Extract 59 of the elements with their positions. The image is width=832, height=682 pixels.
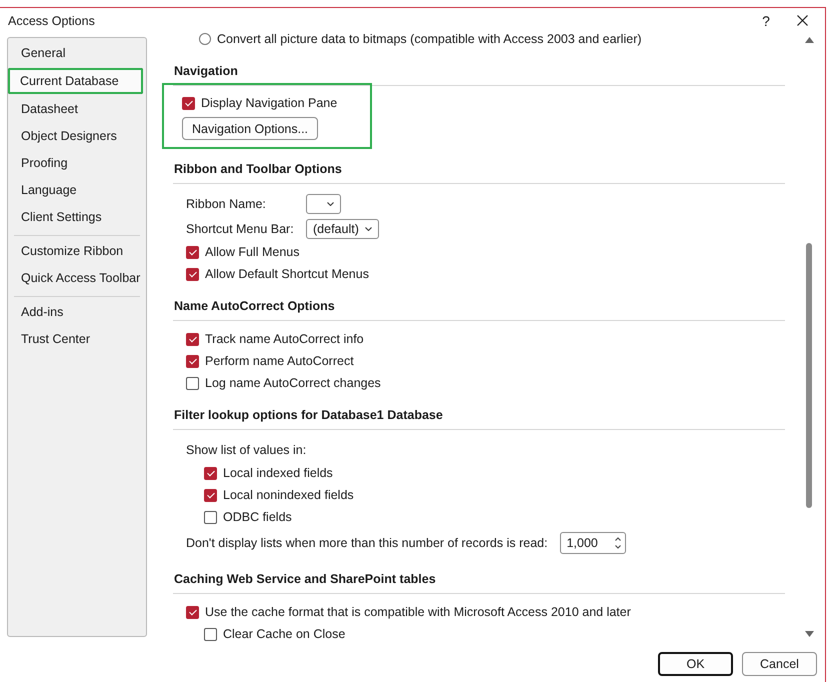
section-heading: Caching Web Service and SharePoint tables xyxy=(173,571,437,586)
scrollbar-thumb[interactable] xyxy=(806,243,812,508)
checkbox-label: Display Navigation Pane xyxy=(201,96,338,110)
checkbox-label: ODBC fields xyxy=(223,510,292,524)
checkbox-label: Local indexed fields xyxy=(223,466,333,480)
checkbox-label: Local nonindexed fields xyxy=(223,488,354,502)
dialog-button[interactable]: Cancel xyxy=(742,652,817,676)
checkbox[interactable] xyxy=(182,96,195,110)
scroll-up-icon[interactable] xyxy=(804,37,814,43)
checkbox-label: Track name AutoCorrect info xyxy=(205,332,364,346)
sidebar-item[interactable]: General xyxy=(9,40,146,67)
scroll-down-icon[interactable] xyxy=(804,631,814,637)
checkbox[interactable] xyxy=(204,510,217,524)
checkbox-label: Use the cache format that is compatible with Microsoft Access 2010 and later xyxy=(205,605,631,619)
checkbox[interactable] xyxy=(204,628,217,640)
spin-arrows-icon xyxy=(614,537,621,549)
dialog-button[interactable]: OK xyxy=(658,652,733,676)
chevron-down-icon xyxy=(327,202,334,206)
sidebar-item[interactable]: Add-ins xyxy=(9,299,140,326)
radio-button[interactable] xyxy=(199,33,211,45)
field-label: Don't display lists when more than this number of records is read: xyxy=(186,536,548,550)
checkbox-label: Perform name AutoCorrect xyxy=(205,354,354,368)
checkbox-label: Allow Default Shortcut Menus xyxy=(205,267,369,281)
checkbox[interactable] xyxy=(186,268,199,280)
section-heading: Ribbon and Toolbar Options xyxy=(173,161,343,176)
close-icon[interactable] xyxy=(797,15,808,26)
help-button[interactable]: ? xyxy=(751,12,781,28)
section-heading: Navigation xyxy=(173,63,239,78)
sidebar-item[interactable]: Object Designers xyxy=(9,123,146,150)
sidebar-item[interactable]: Datasheet xyxy=(9,96,146,123)
number-spinner[interactable]: 1,000 xyxy=(560,532,626,554)
field-label: Show list of values in: xyxy=(186,442,306,456)
sidebar-item[interactable]: Trust Center xyxy=(9,326,140,353)
sidebar-item[interactable]: Language xyxy=(9,177,146,204)
checkbox[interactable] xyxy=(186,332,199,346)
field-label: Ribbon Name: xyxy=(186,196,267,210)
checkbox[interactable] xyxy=(186,354,199,368)
checkbox[interactable] xyxy=(186,246,199,258)
sidebar-item[interactable]: Customize Ribbon xyxy=(9,238,140,265)
checkbox[interactable] xyxy=(204,466,217,480)
window-title: Access Options xyxy=(8,14,96,28)
checkbox-label: Log name AutoCorrect changes xyxy=(205,376,381,390)
section-heading: Name AutoCorrect Options xyxy=(173,298,336,313)
sidebar-item[interactable]: Proofing xyxy=(9,150,146,177)
sidebar-item[interactable]: Current Database xyxy=(8,68,143,94)
checkbox[interactable] xyxy=(204,488,217,502)
sidebar-item[interactable]: Quick Access Toolbar xyxy=(9,265,140,292)
dropdown[interactable]: (default) xyxy=(306,218,379,238)
checkbox[interactable] xyxy=(186,376,199,390)
checkbox-label: Clear Cache on Close xyxy=(223,627,346,641)
field-label: Shortcut Menu Bar: xyxy=(186,222,295,236)
checkbox-label: Allow Full Menus xyxy=(205,245,300,259)
dropdown[interactable] xyxy=(306,194,341,214)
checkbox[interactable] xyxy=(186,606,199,618)
sidebar-item[interactable]: Client Settings xyxy=(9,204,146,231)
checkbox-label: Convert all picture data to bitmaps (compatible with Access 2003 and earlier) xyxy=(217,33,642,46)
options-button[interactable]: Navigation Options... xyxy=(182,117,318,140)
chevron-down-icon xyxy=(364,226,372,230)
section-heading: Filter lookup options for Database1 Database xyxy=(173,407,444,422)
